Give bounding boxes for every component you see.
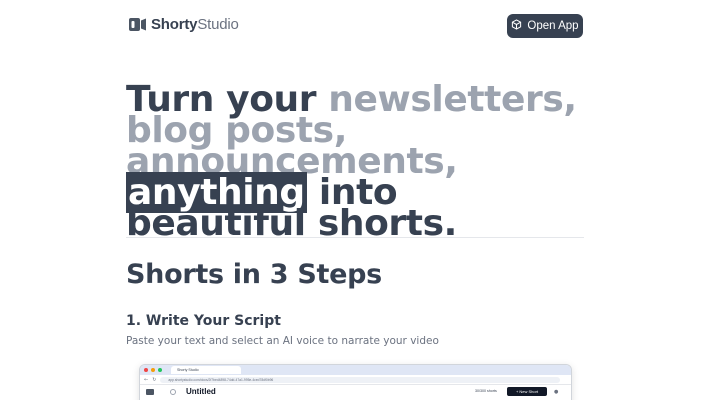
- brand-logo[interactable]: ShortyStudio: [129, 16, 239, 33]
- step-1-title: 1. Write Your Script: [126, 313, 281, 329]
- minimize-dot-icon: [151, 368, 155, 372]
- mock-url-bar: app.shortystudio.com/docs/2f7bed4898-74d…: [160, 376, 561, 383]
- close-dot-icon: [144, 368, 148, 372]
- brand-name-bold: Shorty: [151, 16, 198, 33]
- mock-browser-tab: Shorty Studio: [171, 366, 241, 374]
- reload-icon: ↻: [152, 376, 157, 383]
- app-screenshot-mockup: Shorty Studio ← ↻ app.shortystudio.com/d…: [139, 364, 572, 400]
- step-1-description: Paste your text and select an AI voice t…: [126, 335, 439, 347]
- mock-page-title: Untitled: [186, 387, 216, 396]
- mock-new-short-button: + New Short: [507, 387, 547, 396]
- brand-name: ShortyStudio: [151, 16, 239, 33]
- shorty-logo-icon: [129, 17, 147, 32]
- site-header: ShortyStudio Open App: [0, 0, 711, 50]
- cube-icon: [511, 19, 522, 33]
- mock-app-body: Untitled 30/300 shorts + New Short ●: [140, 385, 571, 400]
- section-divider: [126, 237, 584, 238]
- back-arrow-icon: ←: [144, 376, 149, 383]
- mock-tab-bar: Shorty Studio: [140, 365, 571, 375]
- maximize-dot-icon: [158, 368, 162, 372]
- hero-headline: Turn your newsletters, blog posts, annou…: [126, 82, 586, 242]
- mock-logo-icon: [146, 389, 154, 395]
- open-app-button[interactable]: Open App: [507, 14, 583, 38]
- mock-shorts-count: 30/300 shorts: [475, 389, 497, 393]
- mock-menu-icon: [170, 389, 176, 395]
- mock-address-row: ← ↻ app.shortystudio.com/docs/2f7bed4898…: [140, 375, 571, 385]
- brand-name-light: Studio: [197, 16, 239, 33]
- steps-heading: Shorts in 3 Steps: [126, 259, 382, 290]
- mock-camera-icon: ●: [554, 389, 559, 395]
- open-app-label: Open App: [527, 20, 579, 32]
